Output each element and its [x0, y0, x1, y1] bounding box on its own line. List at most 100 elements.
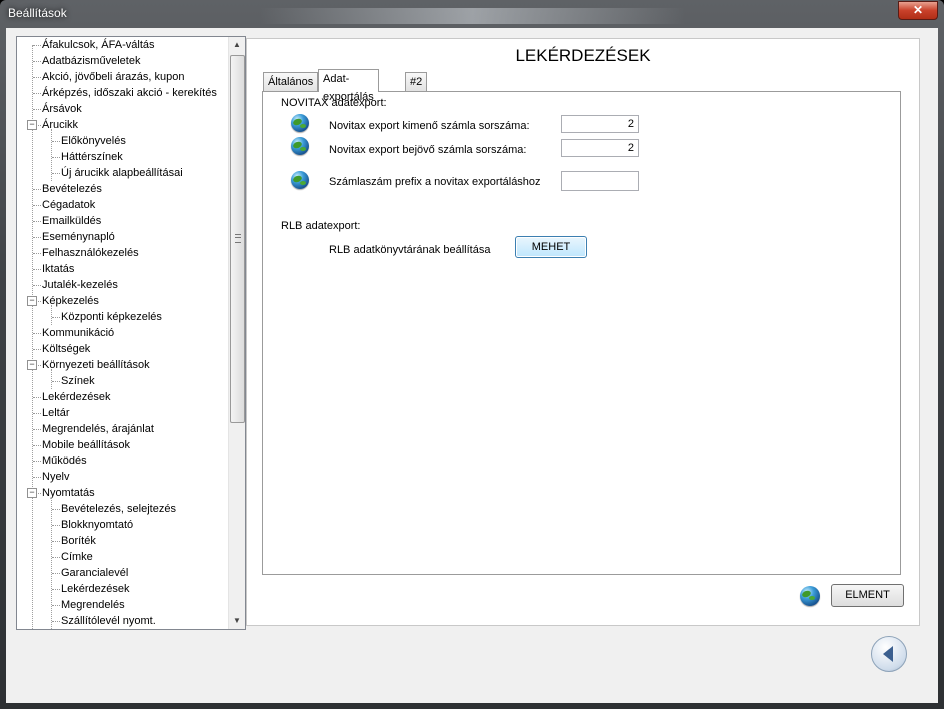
tree-item[interactable]: Bevételezés, selejtezés — [17, 501, 227, 517]
tree-connector — [52, 541, 60, 542]
tree-item[interactable]: Költségek — [17, 341, 227, 357]
scroll-up-button[interactable]: ▲ — [229, 37, 245, 53]
tree-item[interactable]: − Nyomtatás — [17, 485, 227, 501]
invoice-prefix-label: Számlaszám prefix a novitax exportálásho… — [329, 176, 541, 188]
novitax-outgoing-label: Novitax export kimenő számla sorszáma: — [329, 120, 530, 132]
tree-item[interactable]: − Képkezelés — [17, 293, 227, 309]
tree-item[interactable]: Adatbázisműveletek — [17, 53, 227, 69]
tree-item[interactable]: Lekérdezések — [17, 389, 227, 405]
tree-connector — [33, 285, 41, 286]
tree-item[interactable]: − Környezeti beállítások — [17, 357, 227, 373]
tree-connector — [33, 445, 41, 446]
tree-line — [51, 369, 52, 389]
tree-line — [51, 129, 52, 181]
tree-item[interactable]: Előkönyvelés — [17, 133, 227, 149]
collapse-icon[interactable]: − — [27, 296, 37, 306]
mehet-button[interactable]: MEHET — [515, 236, 587, 258]
tree-item[interactable]: Jutalék-kezelés — [17, 277, 227, 293]
tree-item-label: Ársávok — [42, 103, 82, 115]
tree-item-label: Nyomtatás — [42, 487, 95, 499]
tree-item[interactable]: Központi képkezelés — [17, 309, 227, 325]
tree-item[interactable]: Címke — [17, 549, 227, 565]
tree-item-label: Eseménynapló — [42, 231, 115, 243]
tree-item-label: Költségek — [42, 343, 91, 355]
title-bar[interactable]: Beállítások ✕ — [0, 0, 944, 28]
tree-item-label: Működés — [42, 455, 87, 467]
tree-item[interactable]: Nyelv — [17, 469, 227, 485]
back-button[interactable] — [871, 636, 907, 672]
tree-item[interactable]: Kommunikáció — [17, 325, 227, 341]
tree-item[interactable]: Cégadatok — [17, 197, 227, 213]
tree-item[interactable]: Emailküldés — [17, 213, 227, 229]
tree-connector — [33, 349, 41, 350]
tab-2[interactable]: #2 — [405, 72, 428, 91]
tree-item[interactable]: Ársávok — [17, 101, 227, 117]
tree-item[interactable]: Szállítólevél nyomt. — [17, 613, 227, 629]
tree-connector — [33, 205, 41, 206]
tree-item-label: Boríték — [61, 535, 96, 547]
globe-icon — [291, 114, 309, 132]
tree-item[interactable]: Lekérdezések — [17, 581, 227, 597]
novitax-incoming-input[interactable]: 2 — [561, 139, 639, 157]
collapse-icon[interactable]: − — [27, 120, 37, 130]
collapse-icon[interactable]: − — [27, 360, 37, 370]
tree-item[interactable]: Színek — [17, 373, 227, 389]
tree-item[interactable]: Működés — [17, 453, 227, 469]
tree-connector — [52, 605, 60, 606]
tab-altalanos[interactable]: Általános — [263, 72, 319, 91]
tree-scrollbar[interactable]: ▲ ▼ — [228, 37, 245, 629]
invoice-prefix-input[interactable] — [561, 171, 639, 191]
tree-item[interactable]: Mobile beállítások — [17, 437, 227, 453]
tree-item-label: Felhasználókezelés — [42, 247, 139, 259]
globe-icon — [291, 137, 309, 155]
tree-item[interactable]: Megrendelés — [17, 597, 227, 613]
tree-item[interactable]: Felhasználókezelés — [17, 245, 227, 261]
settings-tree[interactable]: ▲ ▼ Áfakulcsok, ÁFA-váltás Adatbázisművel… — [16, 36, 246, 630]
tree-item[interactable]: Garancialevél — [17, 565, 227, 581]
tree-item[interactable]: Eseménynapló — [17, 229, 227, 245]
tree-item-label: Árképzés, időszaki akció - kerekítés — [42, 87, 217, 99]
scroll-down-button[interactable]: ▼ — [229, 613, 245, 629]
tree-item[interactable]: Árképzés, időszaki akció - kerekítés — [17, 85, 227, 101]
tree-item-label: Akció, jövőbeli árazás, kupon — [42, 71, 185, 83]
tree-item-label: Címke — [61, 551, 93, 563]
tree-item-label: Cégadatok — [42, 199, 96, 211]
tree-item-label: Színek — [61, 375, 95, 387]
tree-connector — [52, 317, 60, 318]
tree-item[interactable]: Blokknyomtató — [17, 517, 227, 533]
tree-item[interactable]: Iktatás — [17, 261, 227, 277]
tree-item[interactable]: Boríték — [17, 533, 227, 549]
close-icon: ✕ — [912, 3, 924, 17]
tree-item-label: Szállítólevél nyomt. — [61, 615, 156, 627]
save-button[interactable]: ELMENT — [831, 584, 904, 607]
tree-connector — [33, 461, 41, 462]
tree-item-label: Előkönyvelés — [61, 135, 126, 147]
tree-item-label: Leltár — [42, 407, 70, 419]
tree-item[interactable]: Áfakulcsok, ÁFA-váltás — [17, 37, 227, 53]
tree-item-label: Árucikk — [42, 119, 79, 131]
collapse-icon[interactable]: − — [27, 488, 37, 498]
tree-item-label: Bevételezés, selejtezés — [61, 503, 176, 515]
tree-item-label: Háttérszínek — [61, 151, 123, 163]
tree-connector — [52, 573, 60, 574]
tree-item-label: Új árucikk alapbeállításai — [61, 167, 183, 179]
tree-item[interactable]: Leltár — [17, 405, 227, 421]
scroll-up-icon: ▲ — [233, 40, 241, 49]
grip-icon — [235, 234, 241, 243]
page-title: LEKÉRDEZÉSEK — [515, 46, 651, 65]
tree-line — [51, 305, 52, 325]
close-button[interactable]: ✕ — [898, 1, 938, 20]
settings-window: Beállítások ✕ ▲ ▼ Áfakulcsok, ÁFA-váltás… — [0, 0, 944, 709]
scroll-thumb[interactable] — [230, 55, 245, 423]
tab-adat-exportalas[interactable]: Adat-exportálás — [318, 69, 379, 103]
tree-item[interactable]: Bevételezés — [17, 181, 227, 197]
novitax-incoming-label: Novitax export bejövő számla sorszáma: — [329, 144, 527, 156]
tree-connector — [33, 109, 41, 110]
tree-item[interactable]: Háttérszínek — [17, 149, 227, 165]
rlb-directory-label: RLB adatkönyvtárának beállítása — [329, 244, 491, 256]
tree-item[interactable]: Új árucikk alapbeállításai — [17, 165, 227, 181]
tree-item[interactable]: Megrendelés, árajánlat — [17, 421, 227, 437]
novitax-outgoing-input[interactable]: 2 — [561, 115, 639, 133]
tree-item[interactable]: − Árucikk — [17, 117, 227, 133]
tree-item[interactable]: Akció, jövőbeli árazás, kupon — [17, 69, 227, 85]
